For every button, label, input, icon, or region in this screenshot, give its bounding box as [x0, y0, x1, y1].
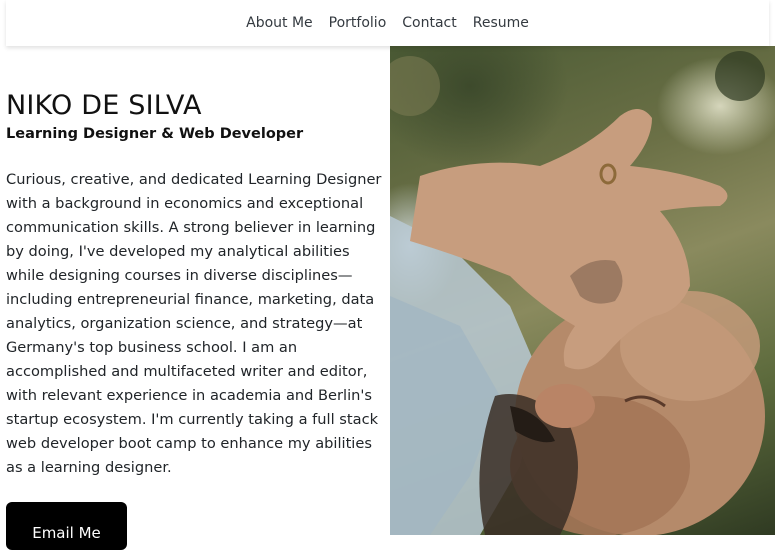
page-title: NIKO DE SILVA	[6, 90, 202, 121]
nav-link-resume[interactable]: Resume	[465, 0, 537, 46]
hero-subtitle: Learning Designer & Web Developer	[6, 126, 304, 142]
email-me-button[interactable]: Email Me	[6, 502, 127, 550]
nav-link-contact[interactable]: Contact	[394, 0, 464, 46]
profile-photo-illustration	[390, 51, 765, 535]
hero-intro: NIKO DE SILVA Learning Designer & Web De…	[6, 46, 390, 550]
top-navbar: About Me Portfolio Contact Resume	[6, 0, 769, 46]
nav-link-portfolio[interactable]: Portfolio	[321, 0, 395, 46]
profile-photo	[390, 46, 775, 535]
hero-bio: Curious, creative, and dedicated Learnin…	[6, 171, 382, 476]
nav-link-about-me[interactable]: About Me	[238, 0, 321, 46]
